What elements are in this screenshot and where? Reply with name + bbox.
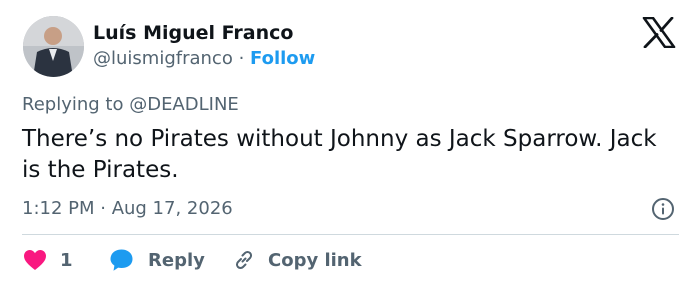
timestamp[interactable]: 1:12 PM · Aug 17, 2026 [22, 198, 233, 219]
handle-separator: · [232, 48, 251, 69]
info-icon[interactable] [651, 197, 675, 221]
reply-button[interactable]: Reply [109, 247, 205, 273]
reply-mention-link[interactable]: @DEADLINE [129, 94, 239, 115]
copy-link-button[interactable]: Copy link [232, 247, 362, 273]
speech-bubble-icon [110, 249, 133, 271]
reply-label: Reply [148, 249, 205, 271]
x-logo-icon[interactable] [642, 17, 676, 48]
follow-button[interactable]: Follow [250, 48, 315, 69]
heart-icon [24, 250, 46, 270]
like-button[interactable]: 1 [23, 247, 73, 273]
reply-context: Replying to @DEADLINE [22, 94, 239, 115]
avatar[interactable] [23, 16, 84, 77]
divider [22, 234, 679, 235]
tweet-text: There’s no Pirates without Johnny as Jac… [22, 126, 657, 183]
like-count: 1 [60, 249, 73, 271]
copy-link-label: Copy link [268, 249, 362, 271]
link-icon [235, 250, 253, 270]
author-handle[interactable]: @luismigfranco [93, 48, 233, 69]
reply-context-prefix: Replying to [22, 94, 130, 115]
handle-line: @luismigfranco · Follow [93, 48, 315, 69]
author-name[interactable]: Luís Miguel Franco [93, 22, 293, 44]
